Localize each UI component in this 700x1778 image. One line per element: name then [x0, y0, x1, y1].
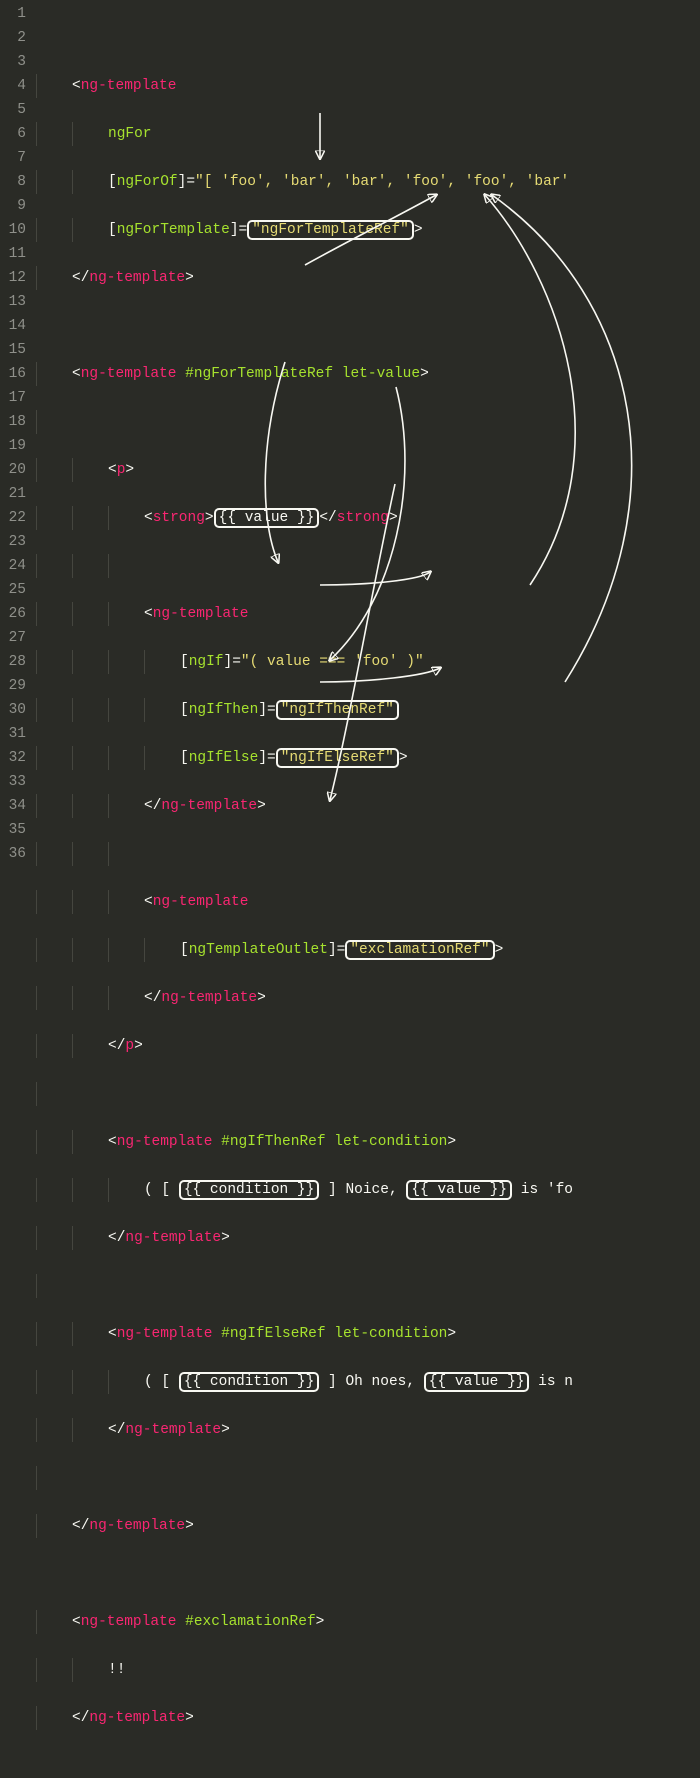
line-number: 27 [0, 626, 26, 650]
line-number: 26 [0, 602, 26, 626]
line-number: 15 [0, 338, 26, 362]
line-number: 24 [0, 554, 26, 578]
code-line[interactable]: </ng-template> [36, 266, 700, 290]
boxed-ref-ngIfThenRef: "ngIfThenRef" [276, 700, 399, 720]
code-area[interactable]: <ng-template ngFor [ngForOf]="[ 'foo', '… [36, 0, 700, 899]
code-line[interactable] [36, 1082, 700, 1106]
line-number: 34 [0, 794, 26, 818]
boxed-expr-value: {{ value }} [406, 1180, 512, 1200]
code-line[interactable]: [ngForTemplate]="ngForTemplateRef"> [36, 218, 700, 242]
line-number: 13 [0, 290, 26, 314]
line-number: 17 [0, 386, 26, 410]
code-line[interactable]: ( [ {{ condition }} ] Oh noes, {{ value … [36, 1370, 700, 1394]
code-line[interactable]: [ngIfElse]="ngIfElseRef"> [36, 746, 700, 770]
code-editor: 1 2 3 4 5 6 7 8 9 10 11 12 13 14 15 16 1… [0, 0, 700, 899]
code-line[interactable]: </ng-template> [36, 1514, 700, 1538]
code-line[interactable]: </ng-template> [36, 1226, 700, 1250]
code-line[interactable]: <ng-template [36, 890, 700, 914]
boxed-expr-value: {{ value }} [214, 508, 320, 528]
code-line[interactable]: [ngTemplateOutlet]="exclamationRef"> [36, 938, 700, 962]
code-line[interactable] [36, 26, 700, 50]
line-number: 1 [0, 2, 26, 26]
code-line[interactable]: </ng-template> [36, 1418, 700, 1442]
code-line[interactable]: !! [36, 1658, 700, 1682]
line-number: 9 [0, 194, 26, 218]
code-line[interactable]: <strong>{{ value }}</strong> [36, 506, 700, 530]
code-line[interactable] [36, 842, 700, 866]
code-line[interactable] [36, 1562, 700, 1586]
line-number: 36 [0, 842, 26, 866]
line-number: 23 [0, 530, 26, 554]
code-line[interactable]: </ng-template> [36, 986, 700, 1010]
boxed-expr-condition: {{ condition }} [179, 1180, 320, 1200]
line-number: 19 [0, 434, 26, 458]
boxed-expr-value: {{ value }} [424, 1372, 530, 1392]
line-number: 20 [0, 458, 26, 482]
line-number: 30 [0, 698, 26, 722]
line-number: 5 [0, 98, 26, 122]
code-line[interactable]: <ng-template #exclamationRef> [36, 1610, 700, 1634]
line-number: 4 [0, 74, 26, 98]
line-number: 32 [0, 746, 26, 770]
code-line[interactable] [36, 410, 700, 434]
boxed-expr-condition: {{ condition }} [179, 1372, 320, 1392]
boxed-ref-ngIfElseRef: "ngIfElseRef" [276, 748, 399, 768]
code-line[interactable] [36, 1466, 700, 1490]
boxed-ref-ngForTemplateRef: "ngForTemplateRef" [247, 220, 414, 240]
line-number: 2 [0, 26, 26, 50]
line-number: 3 [0, 50, 26, 74]
code-line[interactable]: <ng-template #ngIfThenRef let-condition> [36, 1130, 700, 1154]
line-number-gutter: 1 2 3 4 5 6 7 8 9 10 11 12 13 14 15 16 1… [0, 0, 36, 899]
line-number: 21 [0, 482, 26, 506]
code-line[interactable]: [ngIfThen]="ngIfThenRef" [36, 698, 700, 722]
line-number: 29 [0, 674, 26, 698]
line-number: 33 [0, 770, 26, 794]
line-number: 14 [0, 314, 26, 338]
line-number: 6 [0, 122, 26, 146]
code-line[interactable]: <p> [36, 458, 700, 482]
code-line[interactable] [36, 314, 700, 338]
code-line[interactable]: ( [ {{ condition }} ] Noice, {{ value }}… [36, 1178, 700, 1202]
code-line[interactable] [36, 1274, 700, 1298]
code-line[interactable]: </p> [36, 1034, 700, 1058]
code-line[interactable]: <ng-template #ngIfElseRef let-condition> [36, 1322, 700, 1346]
line-number: 28 [0, 650, 26, 674]
code-line[interactable] [36, 554, 700, 578]
code-line[interactable]: [ngIf]="( value === 'foo' )" [36, 650, 700, 674]
line-number: 11 [0, 242, 26, 266]
line-number: 16 [0, 362, 26, 386]
code-line[interactable]: </ng-template> [36, 1706, 700, 1730]
line-number: 10 [0, 218, 26, 242]
line-number: 12 [0, 266, 26, 290]
boxed-ref-exclamationRef: "exclamationRef" [345, 940, 494, 960]
line-number: 18 [0, 410, 26, 434]
code-line[interactable]: </ng-template> [36, 794, 700, 818]
code-line[interactable]: <ng-template #ngForTemplateRef let-value… [36, 362, 700, 386]
code-line[interactable]: <ng-template [36, 602, 700, 626]
line-number: 8 [0, 170, 26, 194]
code-line[interactable]: [ngForOf]="[ 'foo', 'bar', 'bar', 'foo',… [36, 170, 700, 194]
line-number: 7 [0, 146, 26, 170]
code-line[interactable]: <ng-template [36, 74, 700, 98]
line-number: 25 [0, 578, 26, 602]
line-number: 35 [0, 818, 26, 842]
code-line[interactable]: ngFor [36, 122, 700, 146]
line-number: 22 [0, 506, 26, 530]
line-number: 31 [0, 722, 26, 746]
